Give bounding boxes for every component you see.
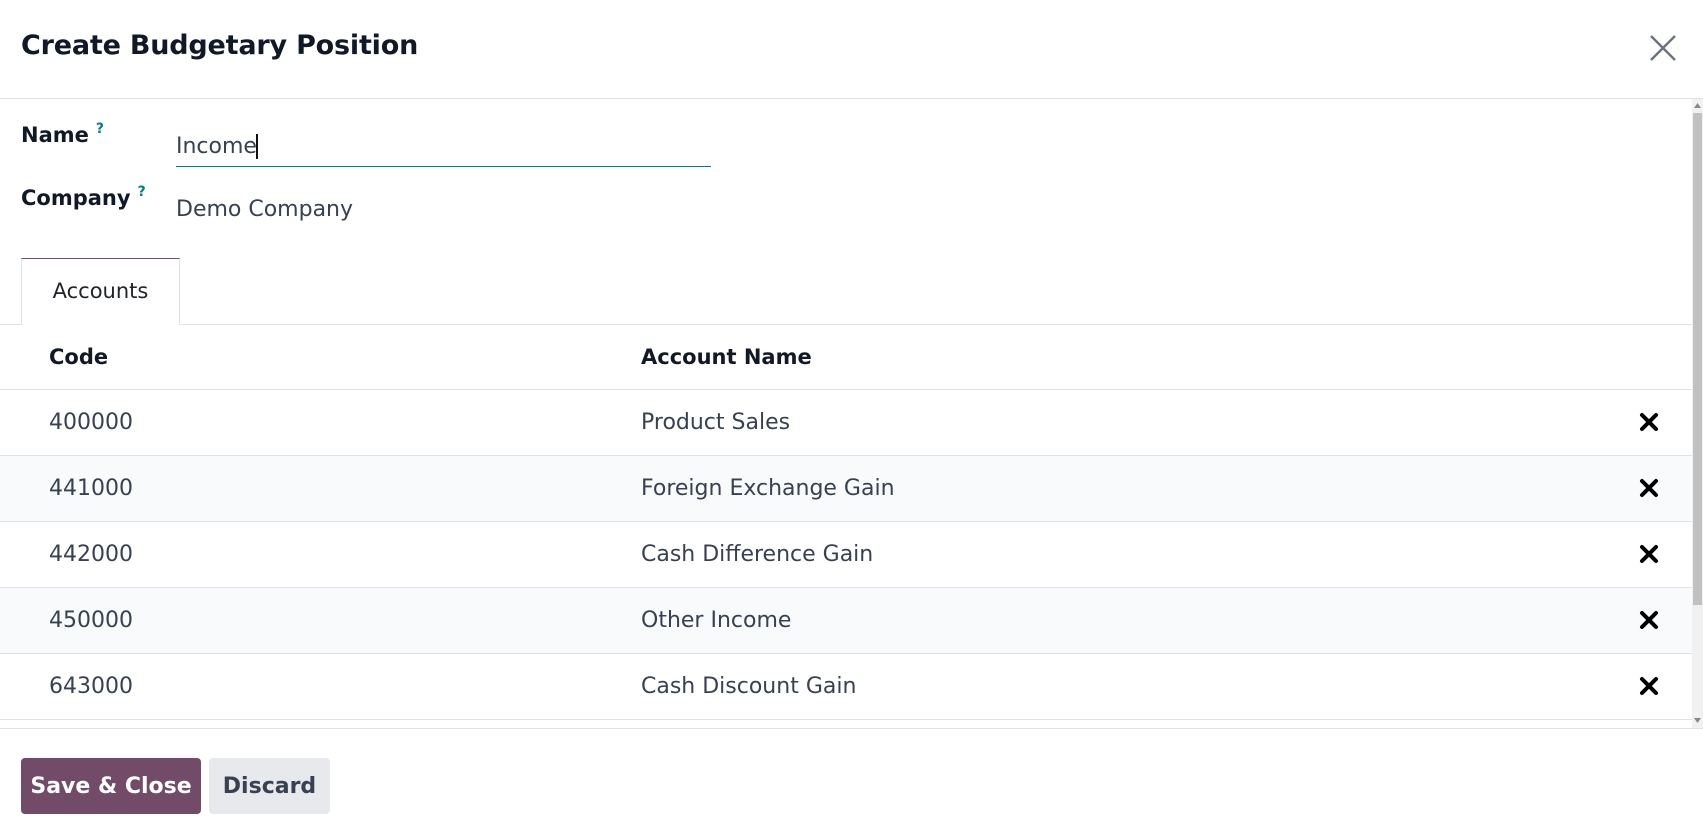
vertical-scrollbar[interactable] — [1692, 99, 1703, 728]
company-help-icon[interactable]: ? — [138, 184, 146, 200]
close-icon[interactable] — [1648, 33, 1678, 63]
accounts-table: Code Account Name 400000 Product Sales 4… — [0, 325, 1692, 720]
column-header-account-name[interactable]: Account Name — [641, 345, 812, 369]
scroll-down-arrow-icon[interactable] — [1693, 716, 1702, 725]
tab-accounts-label: Accounts — [52, 279, 149, 303]
dialog-header: Create Budgetary Position — [0, 0, 1703, 99]
dialog-title: Create Budgetary Position — [21, 30, 419, 61]
name-field-label: Name? — [21, 121, 104, 147]
table-row[interactable]: 450000 Other Income — [0, 588, 1692, 654]
company-field-label: Company? — [21, 184, 146, 210]
text-caret — [256, 134, 258, 159]
cell-account-name: Other Income — [641, 608, 792, 633]
scroll-up-arrow-icon[interactable] — [1693, 101, 1702, 110]
delete-x-icon[interactable] — [1638, 609, 1660, 631]
cell-code: 450000 — [49, 608, 133, 633]
cell-code: 441000 — [49, 476, 133, 501]
scrollbar-thumb[interactable] — [1693, 113, 1702, 605]
cell-account-name: Foreign Exchange Gain — [641, 476, 895, 501]
table-row[interactable]: 643000 Cash Discount Gain — [0, 654, 1692, 720]
create-budgetary-position-dialog: Create Budgetary Position Name? Company?… — [0, 0, 1703, 840]
cell-code: 400000 — [49, 410, 133, 435]
name-help-icon[interactable]: ? — [96, 121, 104, 137]
cell-account-name: Product Sales — [641, 410, 791, 435]
save-and-close-button[interactable]: Save & Close — [21, 758, 201, 814]
dialog-footer: Save & Close Discard — [0, 728, 1703, 840]
table-row[interactable]: 400000 Product Sales — [0, 390, 1692, 456]
cell-code: 442000 — [49, 542, 133, 567]
cell-account-name: Cash Discount Gain — [641, 674, 857, 699]
dialog-body: Name? Company? Demo Company Accounts Cod… — [0, 99, 1703, 728]
tab-accounts[interactable]: Accounts — [21, 258, 180, 325]
table-row[interactable]: 441000 Foreign Exchange Gain — [0, 456, 1692, 522]
company-value: Demo Company — [176, 197, 354, 222]
name-label-text: Name — [21, 123, 89, 147]
delete-x-icon[interactable] — [1638, 411, 1660, 433]
delete-x-icon[interactable] — [1638, 543, 1660, 565]
column-header-code[interactable]: Code — [49, 345, 108, 369]
discard-button[interactable]: Discard — [209, 758, 330, 814]
delete-x-icon[interactable] — [1638, 477, 1660, 499]
company-label-text: Company — [21, 186, 131, 210]
cell-account-name: Cash Difference Gain — [641, 542, 874, 567]
delete-x-icon[interactable] — [1638, 675, 1660, 697]
table-header: Code Account Name — [0, 325, 1692, 390]
cell-code: 643000 — [49, 674, 133, 699]
table-row[interactable]: 442000 Cash Difference Gain — [0, 522, 1692, 588]
